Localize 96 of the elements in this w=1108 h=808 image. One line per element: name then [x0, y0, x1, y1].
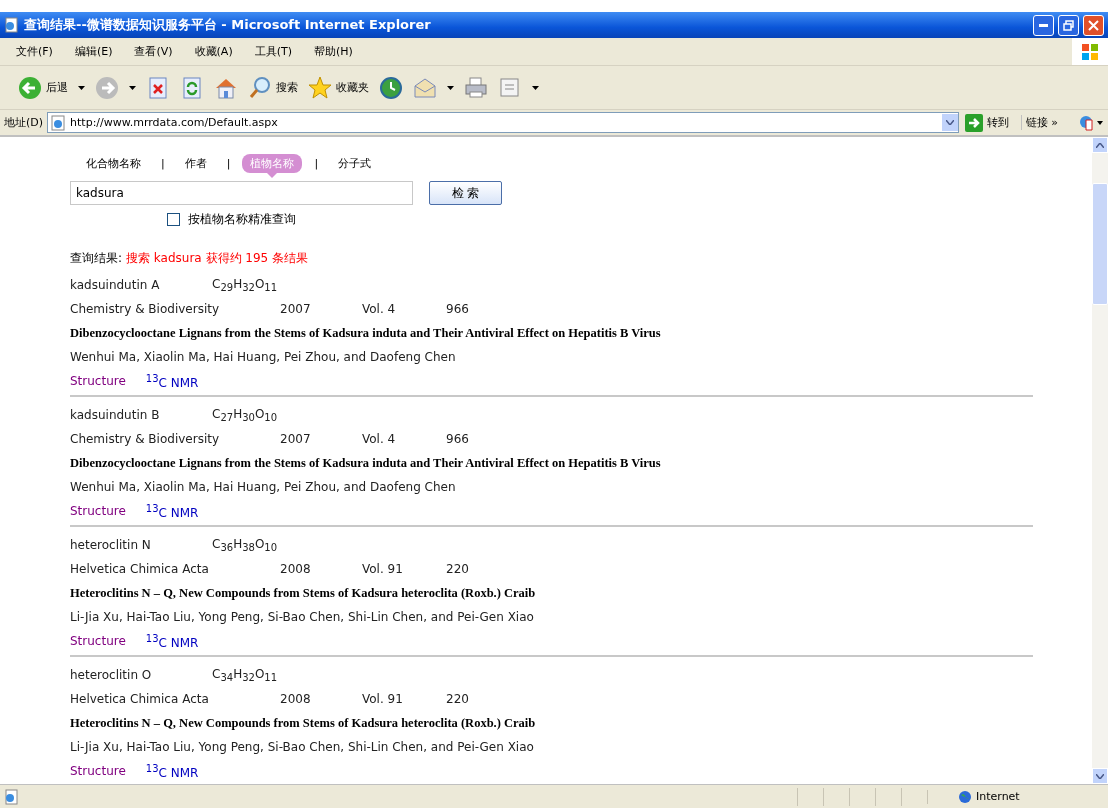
- search-tab[interactable]: 分子式: [330, 153, 380, 173]
- structure-link[interactable]: Structure: [70, 374, 126, 388]
- compound-name[interactable]: kadsuindutin A: [70, 278, 212, 292]
- dropdown-caret-icon[interactable]: [532, 85, 539, 90]
- history-icon[interactable]: [379, 75, 403, 100]
- toolbar-addon-icon[interactable]: [1078, 113, 1104, 132]
- star-button[interactable]: 收藏夹: [308, 75, 369, 100]
- restore-icon: [1063, 19, 1074, 31]
- page-number: 966: [446, 432, 469, 446]
- arrow-right-icon: [964, 113, 983, 132]
- compound-name[interactable]: heteroclitin O: [70, 668, 212, 682]
- author-list: Li-Jia Xu, Hai-Tao Liu, Yong Peng, Si-Bao Chen, Shi-Lin Chen, and Pei-Gen Xiao: [70, 610, 534, 624]
- molecular-formula: C$_{27}$H$_{30}$O$_{10}$: [212, 406, 278, 424]
- molecular-formula: C$_{29}$H$_{32}$O$_{11}$: [212, 276, 278, 294]
- scroll-up-icon[interactable]: [1096, 142, 1104, 148]
- author-list: Li-Jia Xu, Hai-Tao Liu, Yong Peng, Si-Bao Chen, Shi-Lin Chen, and Pei-Gen Xiao: [70, 740, 534, 754]
- restore-button[interactable]: [1058, 14, 1079, 36]
- links-button[interactable]: 链接 »: [1020, 115, 1074, 130]
- printer-icon[interactable]: [464, 75, 488, 100]
- nmr-link[interactable]: $^{13}$C NMR: [145, 372, 199, 390]
- author-list: Wenhui Ma, Xiaolin Ma, Hai Huang, Pei Zhou, and Daofeng Chen: [70, 350, 456, 364]
- structure-link[interactable]: Structure: [70, 764, 126, 778]
- search-tab[interactable]: 化合物名称: [78, 153, 149, 173]
- tab-separator: |: [161, 156, 165, 170]
- globe-icon: [958, 789, 972, 804]
- nmr-link[interactable]: $^{13}$C NMR: [145, 762, 199, 780]
- year: 2007: [280, 432, 312, 446]
- search-button[interactable]: 搜索: [248, 75, 298, 100]
- refresh-icon[interactable]: [180, 75, 204, 100]
- year: 2007: [280, 302, 312, 316]
- menu-item[interactable]: 查看(V): [134, 44, 173, 59]
- compound-name[interactable]: kadsuindutin B: [70, 408, 212, 422]
- dropdown-caret-icon[interactable]: [447, 85, 454, 90]
- menu-item[interactable]: 编辑(E): [74, 44, 113, 59]
- ie-page-icon: [50, 114, 67, 131]
- journal-name: Chemistry & Biodiversity: [70, 432, 221, 446]
- windows-flag-icon: [1080, 42, 1100, 61]
- nmr-link[interactable]: $^{13}$C NMR: [145, 632, 199, 650]
- search-field[interactable]: kadsura: [70, 181, 413, 205]
- close-icon: [1088, 19, 1099, 31]
- search-button[interactable]: 检 索: [429, 181, 502, 205]
- volume: Vol. 4: [362, 432, 397, 446]
- menu-item[interactable]: 收藏(A): [194, 44, 233, 59]
- page-icon: [4, 788, 20, 805]
- checkbox[interactable]: [167, 213, 180, 226]
- search-icon: [248, 75, 272, 100]
- stop-icon[interactable]: [146, 75, 170, 100]
- minimize-icon: [1039, 23, 1048, 27]
- structure-link[interactable]: Structure: [70, 634, 126, 648]
- dropdown-caret-icon[interactable]: [129, 85, 136, 90]
- page-number: 220: [446, 562, 469, 576]
- volume: Vol. 91: [362, 562, 404, 576]
- page-number: 220: [446, 692, 469, 706]
- article-title: Dibenzocyclooctane Lignans from the Stems of Kadsura induta and Their Antiviral Effect on Hepatitis B Virus: [70, 455, 661, 471]
- year: 2008: [280, 562, 312, 576]
- tab-separator: |: [226, 156, 231, 170]
- scroll-thumb[interactable]: [1092, 183, 1108, 305]
- search-tab[interactable]: 作者: [176, 153, 215, 173]
- back-button[interactable]: 后退: [18, 75, 68, 100]
- author-list: Wenhui Ma, Xiaolin Ma, Hai Huang, Pei Zhou, and Daofeng Chen: [70, 480, 456, 494]
- journal-name: Helvetica Chimica Acta: [70, 692, 210, 706]
- back-icon: [18, 75, 42, 100]
- journal-name: Helvetica Chimica Acta: [70, 562, 210, 576]
- journal-name: Chemistry & Biodiversity: [70, 302, 221, 316]
- zone-label: Internet: [976, 790, 1020, 803]
- compound-name[interactable]: heteroclitin N: [70, 538, 212, 552]
- menu-item[interactable]: 工具(T): [254, 44, 292, 59]
- molecular-formula: C$_{34}$H$_{32}$O$_{11}$: [212, 666, 278, 684]
- tab-separator: |: [314, 156, 319, 170]
- year: 2008: [280, 692, 312, 706]
- checkbox-label: 按植物名称精准查询: [188, 211, 296, 228]
- result-label: 查询结果:: [70, 250, 123, 267]
- minimize-button[interactable]: [1033, 14, 1054, 36]
- scrollbar[interactable]: [1092, 137, 1108, 784]
- volume: Vol. 91: [362, 692, 404, 706]
- page-icon: [4, 17, 20, 33]
- page-number: 966: [446, 302, 469, 316]
- nmr-link[interactable]: $^{13}$C NMR: [145, 502, 199, 520]
- result-count: 搜索 kadsura 获得约 195 条结果: [126, 250, 309, 267]
- scroll-down-icon[interactable]: [1096, 773, 1104, 779]
- menu-item[interactable]: 文件(F): [16, 44, 53, 59]
- tab-pointer-icon: [267, 172, 278, 178]
- window-title: 查询结果--微谱数据知识服务平台 - Microsoft Internet Explorer: [24, 16, 432, 34]
- star-icon: [308, 75, 332, 100]
- molecular-formula: C$_{36}$H$_{38}$O$_{10}$: [212, 536, 278, 554]
- structure-link[interactable]: Structure: [70, 504, 126, 518]
- article-title: Heteroclitins N – Q, New Compounds from Stems of Kadsura heteroclita (Roxb.) Craib: [70, 715, 536, 731]
- article-title: Heteroclitins N – Q, New Compounds from Stems of Kadsura heteroclita (Roxb.) Craib: [70, 585, 536, 601]
- dropdown-caret-icon[interactable]: [78, 85, 85, 90]
- address-field[interactable]: http://www.mrrdata.com/Default.aspx: [47, 112, 959, 133]
- go-button[interactable]: 转到: [962, 113, 1017, 132]
- address-label: 地址(D): [4, 115, 44, 130]
- volume: Vol. 4: [362, 302, 397, 316]
- article-title: Dibenzocyclooctane Lignans from the Stems of Kadsura induta and Their Antiviral Effect on Hepatitis B Virus: [70, 325, 661, 341]
- menu-item[interactable]: 帮助(H): [314, 44, 353, 59]
- close-button[interactable]: [1083, 14, 1104, 36]
